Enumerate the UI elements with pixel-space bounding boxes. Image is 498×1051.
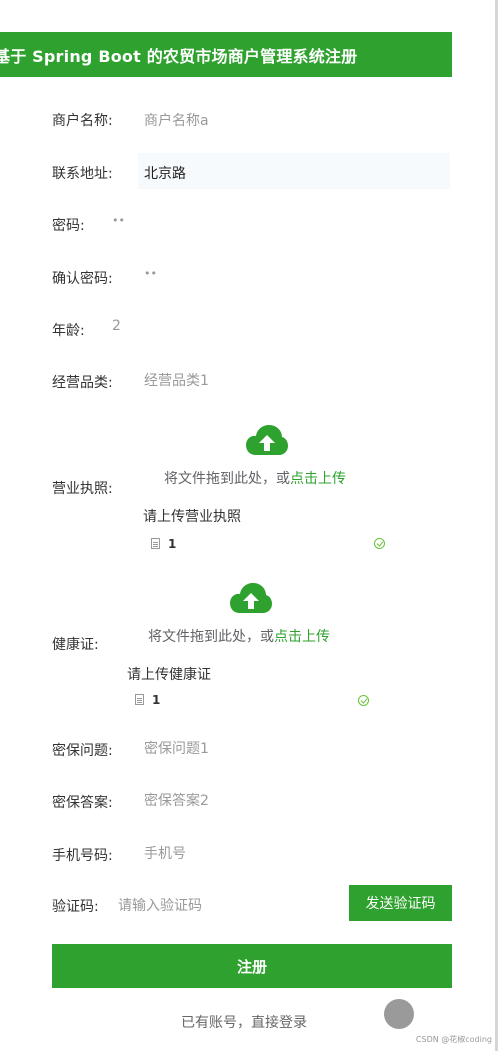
document-icon: [151, 538, 160, 549]
check-circle-icon: [358, 695, 369, 706]
category-input[interactable]: 经营品类1: [144, 370, 209, 390]
address-label: 联系地址:: [52, 166, 113, 182]
category-label: 经营品类:: [52, 375, 113, 391]
license-hint: 请上传营业执照: [143, 509, 241, 525]
merchant-name-label: 商户名称:: [52, 113, 113, 129]
watermark: CSDN @花椒coding: [415, 1035, 492, 1044]
password-input[interactable]: ••: [112, 214, 125, 227]
age-input[interactable]: 2: [112, 318, 121, 334]
license-file-item[interactable]: 1: [151, 537, 176, 551]
page-title: 基于 Spring Boot 的农贸市场商户管理系统注册: [0, 47, 358, 66]
security-question-input[interactable]: 密保问题1: [144, 738, 209, 758]
register-page: 基于 Spring Boot 的农贸市场商户管理系统注册 商户名称: 商户名称a…: [0, 0, 498, 1051]
license-file-name: 1: [168, 537, 177, 551]
health-upload-dropzone[interactable]: 将文件拖到此处，或点击上传: [127, 568, 375, 652]
license-upload-text: 将文件拖到此处，或点击上传: [164, 471, 346, 487]
security-answer-input[interactable]: 密保答案2: [144, 790, 209, 810]
security-answer-label: 密保答案:: [52, 795, 113, 811]
register-button[interactable]: 注册: [52, 944, 452, 988]
confirm-password-label: 确认密码:: [52, 271, 113, 287]
license-label: 营业执照:: [52, 481, 113, 497]
address-input[interactable]: 北京路: [144, 163, 186, 183]
health-file-item[interactable]: 1: [135, 693, 160, 707]
security-question-label: 密保问题:: [52, 743, 113, 759]
health-file-name: 1: [152, 693, 161, 707]
phone-label: 手机号码:: [52, 848, 113, 864]
cloud-upload-icon: [230, 583, 272, 613]
floating-circle-button[interactable]: [384, 999, 414, 1029]
code-input[interactable]: 请输入验证码: [118, 895, 202, 915]
title-bar: 基于 Spring Boot 的农贸市场商户管理系统注册: [0, 32, 452, 77]
phone-input[interactable]: 手机号: [144, 843, 186, 863]
health-hint: 请上传健康证: [127, 667, 211, 683]
password-label: 密码:: [52, 218, 85, 234]
age-label: 年龄:: [52, 323, 85, 339]
send-code-button[interactable]: 发送验证码: [349, 885, 452, 921]
health-upload-link[interactable]: 点击上传: [274, 629, 330, 645]
license-upload-link[interactable]: 点击上传: [290, 471, 346, 487]
license-upload-dropzone[interactable]: 将文件拖到此处，或点击上传: [143, 410, 391, 494]
code-label: 验证码:: [52, 899, 99, 915]
confirm-password-input[interactable]: ••: [144, 267, 157, 280]
cloud-upload-icon: [246, 425, 288, 455]
health-upload-text: 将文件拖到此处，或点击上传: [148, 629, 330, 645]
health-label: 健康证:: [52, 637, 99, 653]
document-icon: [135, 694, 144, 705]
merchant-name-input[interactable]: 商户名称a: [144, 110, 209, 130]
login-link[interactable]: 已有账号，直接登录: [181, 1012, 307, 1032]
check-circle-icon: [374, 538, 385, 549]
